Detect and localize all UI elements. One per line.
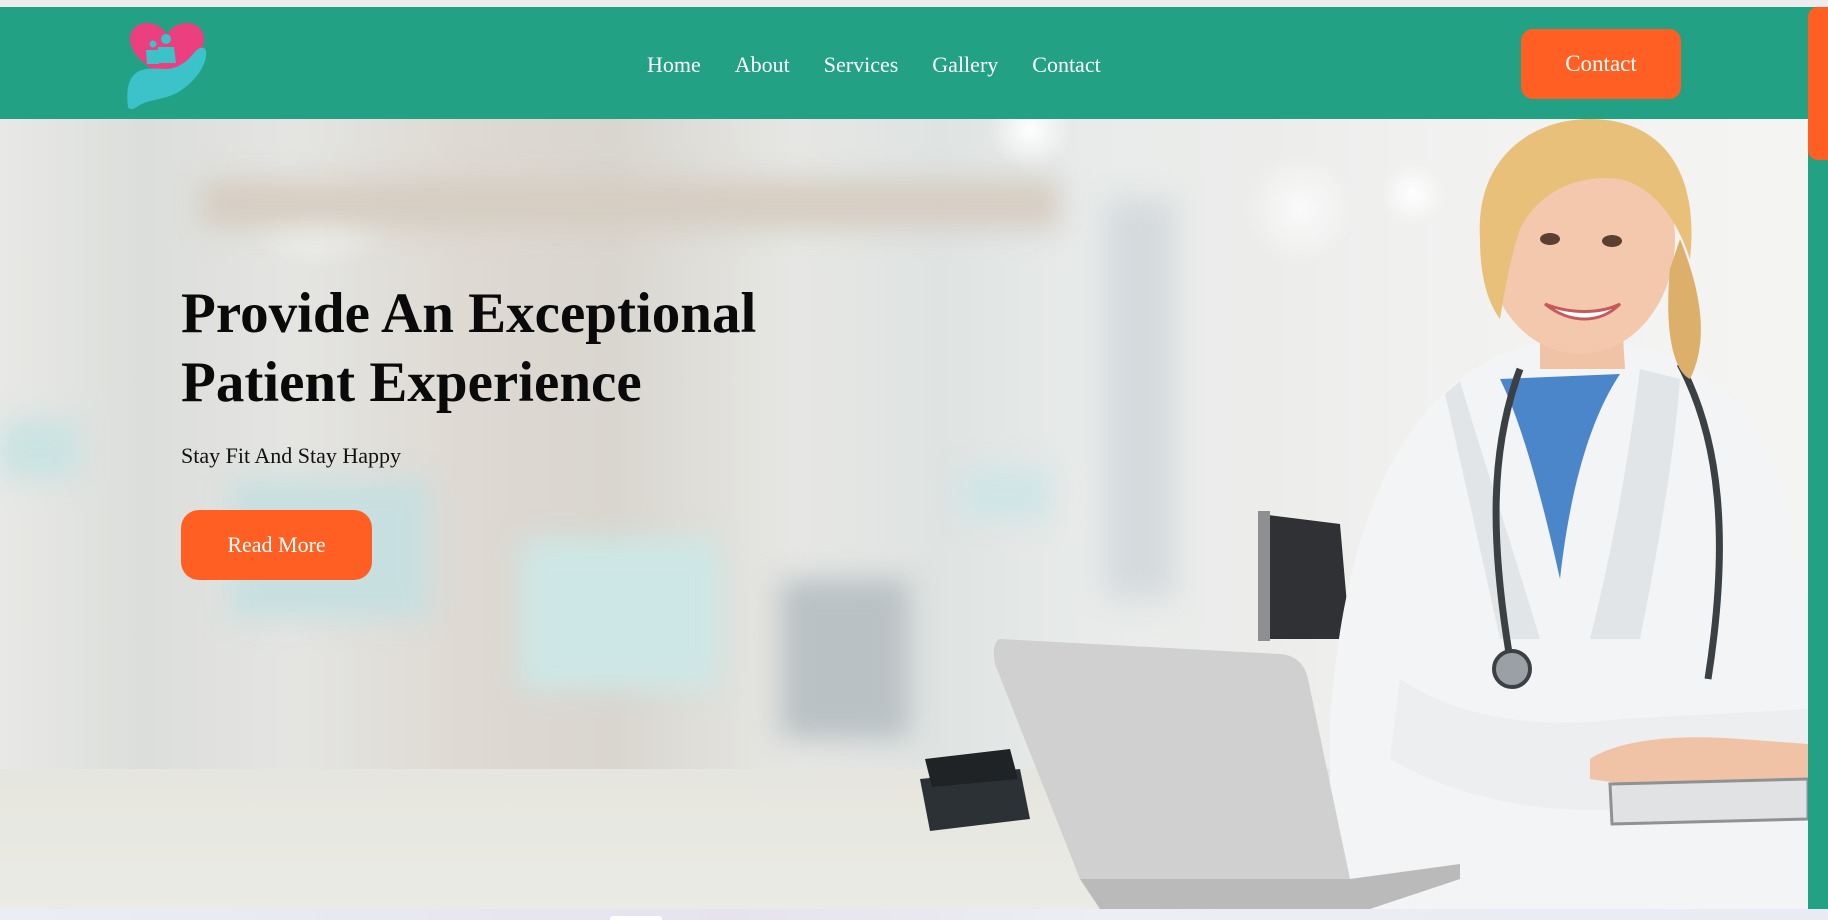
bg-blur-window — [0, 419, 80, 479]
bg-blur-panel — [520, 539, 720, 689]
nav-item-gallery[interactable]: Gallery — [915, 45, 1015, 85]
hero-subtitle: Stay Fit And Stay Happy — [181, 443, 402, 468]
nav-item-about[interactable]: About — [718, 45, 807, 85]
hero-title-line-1: Provide An Exceptional — [181, 282, 757, 345]
nav-item-services[interactable]: Services — [807, 45, 916, 85]
browser-bottom-edge — [0, 909, 1828, 920]
page: Home About Services Gallery Contact Cont… — [0, 0, 1828, 920]
hero-title: Provide An Exceptional Patient Experienc… — [181, 279, 881, 417]
site-header: Home About Services Gallery Contact Cont… — [0, 7, 1808, 119]
browser-top-edge — [0, 0, 1828, 7]
heart-hand-logo-icon[interactable] — [124, 21, 210, 113]
nav-item-contact[interactable]: Contact — [1015, 45, 1117, 85]
main-nav: Home About Services Gallery Contact — [630, 45, 1118, 85]
contact-button[interactable]: Contact — [1521, 29, 1681, 99]
bg-blur-panel — [780, 579, 910, 739]
scrollbar-thumb[interactable] — [1808, 7, 1828, 160]
hero-title-line-2: Patient Experience — [181, 351, 642, 414]
doctor-with-laptop-photo — [920, 119, 1808, 909]
read-more-button[interactable]: Read More — [181, 510, 372, 580]
taskbar-tab — [610, 916, 662, 920]
hero-section: Provide An Exceptional Patient Experienc… — [0, 119, 1808, 909]
nav-item-home[interactable]: Home — [630, 45, 718, 85]
